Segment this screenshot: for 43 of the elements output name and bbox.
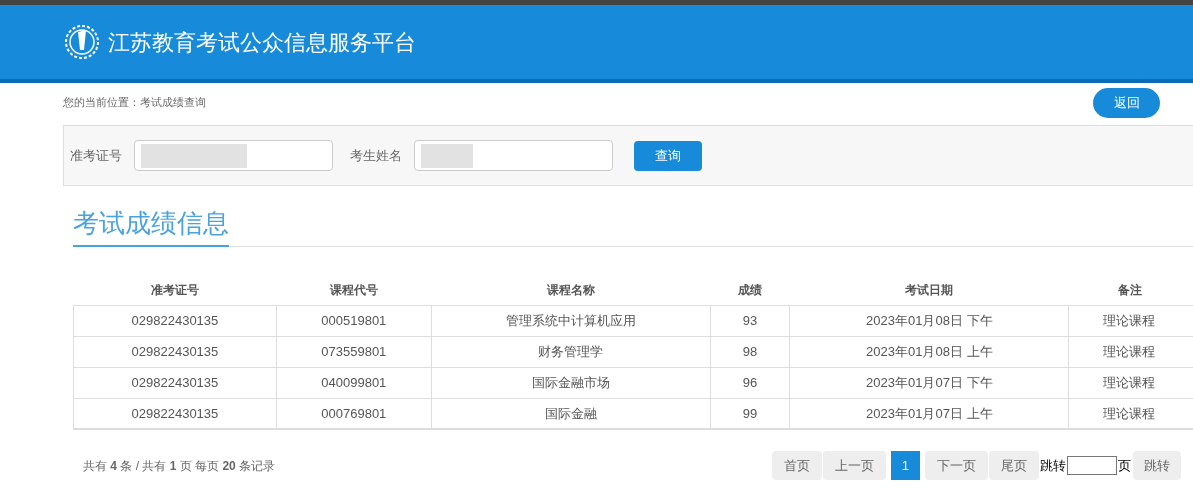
table-cell: 2023年01月08日 上午 [789,336,1069,367]
site-title: 江苏教育考试公众信息服务平台 [108,28,416,57]
column-header: 课程名称 [431,276,710,305]
table-cell: 029822430135 [73,336,277,367]
input-field[interactable] [414,140,613,171]
table-cell: 理论课程 [1068,305,1193,336]
table-cell: 029822430135 [73,398,277,429]
column-header: 成绩 [710,276,790,305]
table-cell: 029822430135 [73,305,277,336]
table-cell: 040099801 [276,367,432,398]
column-header: 课程代号 [276,276,432,305]
table-cell: 2023年01月08日 下午 [789,305,1069,336]
table-cell: 93 [710,305,790,336]
page-button[interactable]: 1 [890,451,920,480]
page-button[interactable]: 首页 [771,451,822,480]
field-label: 准考证号 [70,146,122,165]
back-button[interactable]: 返回 [1093,88,1160,118]
table-cell: 000519801 [276,305,432,336]
query-button[interactable]: 查询 [634,140,702,171]
table-cell: 财务管理学 [431,336,710,367]
record-summary: 共有 4 条 / 共有 1 页 每页 20 条记录 [83,457,276,475]
column-header: 考试日期 [789,276,1069,305]
table-cell: 029822430135 [73,367,277,398]
jump-button[interactable]: 跳转 [1133,451,1181,480]
page-button[interactable]: 尾页 [989,451,1039,480]
page-unit: 页 [1118,456,1131,475]
table-cell: 96 [710,367,790,398]
table-cell: 2023年01月07日 下午 [789,367,1069,398]
section-title: 考试成绩信息 [73,204,229,247]
table-cell: 国际金融市场 [431,367,710,398]
table-cell: 98 [710,336,790,367]
table-cell: 073559801 [276,336,432,367]
jump-label: 跳转 [1040,456,1066,475]
input-field[interactable] [134,140,333,171]
field-label: 考生姓名 [350,146,402,165]
page-button[interactable]: 上一页 [822,451,886,480]
column-header: 备注 [1068,276,1193,305]
table-cell: 管理系统中计算机应用 [431,305,710,336]
column-header: 准考证号 [73,276,277,305]
breadcrumb: 您的当前位置：考试成绩查询 [63,95,206,110]
page-button[interactable]: 下一页 [925,451,988,480]
page-input[interactable] [1067,456,1117,475]
emblem-icon [64,24,100,60]
